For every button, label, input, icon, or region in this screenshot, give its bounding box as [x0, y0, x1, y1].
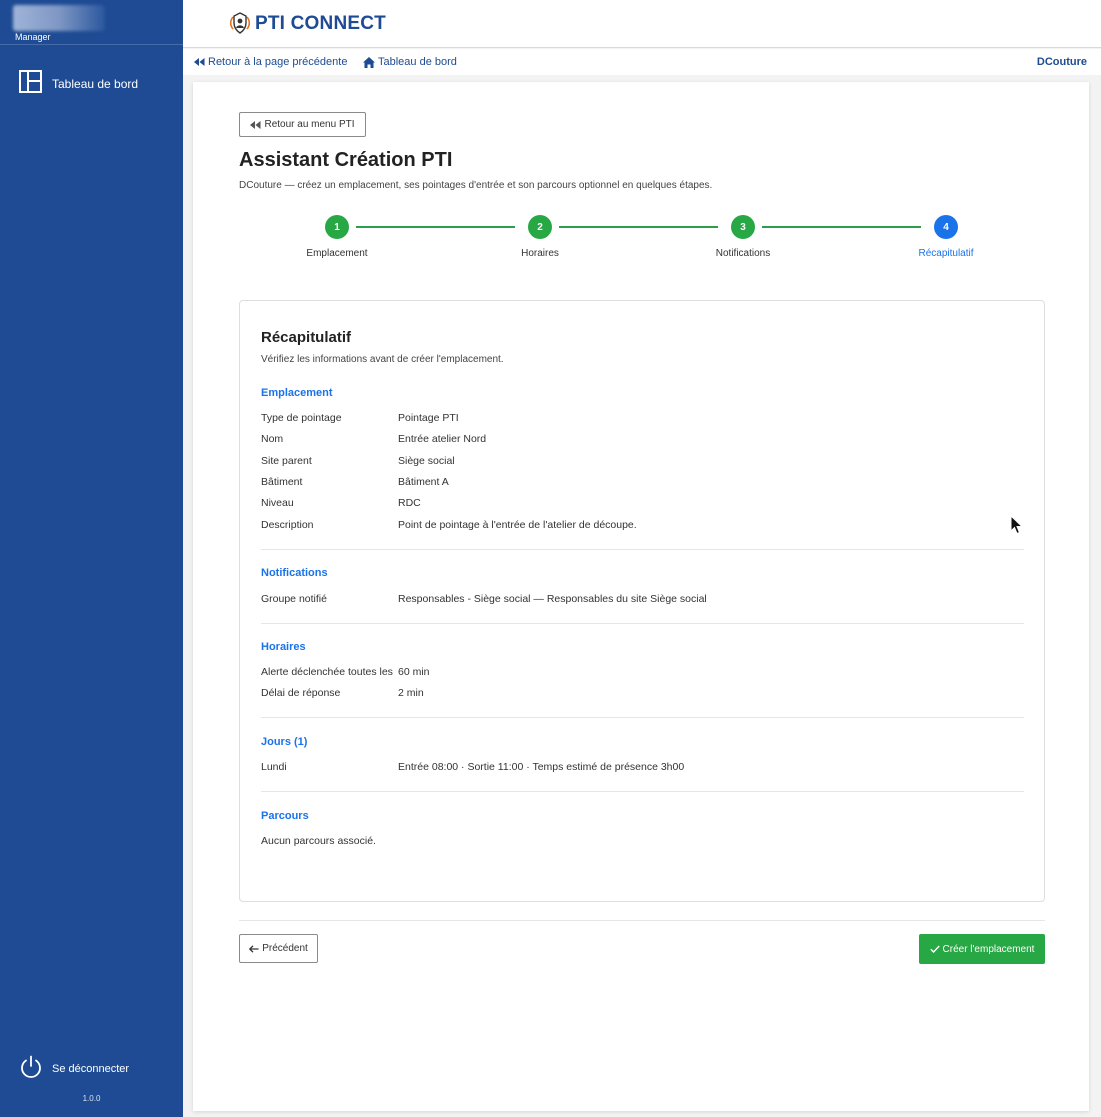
user-avatar-blurred	[13, 5, 105, 31]
mouse-cursor-icon	[1010, 515, 1024, 535]
row-key: Lundi	[261, 761, 287, 773]
current-user: DCouture	[1036, 56, 1087, 68]
row-key: Alerte déclenchée toutes les	[261, 666, 393, 678]
row-value: Responsables - Siège social — Responsabl…	[398, 593, 707, 605]
row-key: Bâtiment	[261, 476, 303, 488]
row-value: RDC	[398, 497, 421, 509]
row-key: Description	[261, 519, 314, 531]
sidebar-divider	[0, 44, 183, 45]
dashboard-link[interactable]: Tableau de bord	[363, 56, 457, 68]
section-notifications-title: Notifications	[261, 567, 328, 579]
pti-logo-icon	[229, 12, 251, 34]
top-header: PTI CONNECT	[183, 0, 1101, 48]
wizard-stepper: 1 2 3 4 Emplacement Horaires Notificatio…	[193, 213, 1089, 263]
row-value: Pointage PTI	[398, 412, 459, 424]
row-value: 60 min	[398, 666, 430, 678]
section-divider	[261, 549, 1024, 550]
sidebar-item-dashboard[interactable]: Tableau de bord	[0, 67, 183, 99]
row-key: Type de pointage	[261, 412, 342, 424]
back-previous-link[interactable]: Retour à la page précédente	[194, 56, 347, 68]
brand-logo[interactable]: PTI CONNECT	[228, 11, 386, 37]
rewind-icon	[194, 58, 205, 66]
page-subtitle: DCouture — créez un emplacement, ses poi…	[239, 180, 713, 191]
step-2-label: Horaires	[521, 248, 559, 259]
step-1-label: Emplacement	[306, 248, 368, 259]
row-value: Entrée 08:00 · Sortie 11:00 · Temps esti…	[398, 761, 685, 773]
brand-name: PTI CONNECT	[255, 13, 386, 34]
row-key: Groupe notifié	[261, 593, 327, 605]
check-icon	[929, 945, 940, 953]
row-value: Siège social	[398, 455, 455, 467]
summary-subtitle: Vérifiez les informations avant de créer…	[261, 354, 504, 365]
create-location-button[interactable]: Créer l'emplacement	[919, 934, 1045, 964]
breadcrumb-bar: Retour à la page précédente Tableau de b…	[183, 49, 1101, 75]
section-parcours-title: Parcours	[261, 810, 309, 822]
summary-title: Récapitulatif	[261, 329, 352, 346]
logout-button[interactable]: Se déconnecter	[0, 1053, 183, 1085]
step-3-circle[interactable]: 3	[731, 215, 755, 239]
previous-label: Précédent	[262, 943, 308, 954]
row-value: 2 min	[398, 687, 424, 699]
step-connector	[762, 226, 921, 228]
app-version: 1.0.0	[82, 1094, 101, 1103]
section-emplacement-title: Emplacement	[261, 387, 333, 399]
user-role: Manager	[15, 32, 51, 42]
step-4-label: Récapitulatif	[918, 248, 974, 259]
sidebar-item-label: Tableau de bord	[52, 77, 139, 91]
row-key: Nom	[261, 433, 284, 445]
page-title: Assistant Création PTI	[239, 149, 453, 171]
step-3-label: Notifications	[715, 248, 771, 259]
previous-button[interactable]: Précédent	[239, 934, 318, 963]
step-2-circle[interactable]: 2	[528, 215, 552, 239]
step-1-circle[interactable]: 1	[325, 215, 349, 239]
arrow-left-icon	[249, 944, 259, 953]
section-jours-title: Jours (1)	[261, 736, 308, 748]
row-key: Site parent	[261, 455, 312, 467]
parcours-empty-text: Aucun parcours associé.	[261, 835, 376, 847]
main-panel: Retour au menu PTI Assistant Création PT…	[193, 82, 1089, 1111]
row-key: Niveau	[261, 497, 294, 509]
section-divider	[261, 717, 1024, 718]
step-connector	[559, 226, 718, 228]
section-horaires-title: Horaires	[261, 641, 306, 653]
back-to-menu-label: Retour au menu PTI	[264, 119, 355, 130]
row-value: Bâtiment A	[398, 476, 449, 488]
summary-card: Récapitulatif Vérifiez les informations …	[239, 300, 1045, 902]
row-value: Point de pointage à l'entrée de l'atelie…	[398, 519, 637, 531]
step-4-circle[interactable]: 4	[934, 215, 958, 239]
row-value: Entrée atelier Nord	[398, 433, 487, 445]
power-icon	[21, 1055, 41, 1078]
create-location-label: Créer l'emplacement	[942, 943, 1035, 955]
section-divider	[261, 791, 1024, 792]
sidebar: Manager Tableau de bord Se déconnecter 1…	[0, 0, 183, 1117]
step-connector	[356, 226, 515, 228]
home-icon	[363, 56, 375, 68]
rewind-icon	[250, 120, 261, 129]
logout-label: Se déconnecter	[52, 1063, 130, 1075]
back-previous-label: Retour à la page précédente	[208, 56, 348, 68]
dashboard-icon	[19, 70, 42, 93]
back-to-menu-button[interactable]: Retour au menu PTI	[239, 112, 366, 137]
footer-divider	[239, 920, 1045, 921]
dashboard-link-label: Tableau de bord	[378, 56, 457, 68]
section-divider	[261, 623, 1024, 624]
row-key: Délai de réponse	[261, 687, 341, 699]
